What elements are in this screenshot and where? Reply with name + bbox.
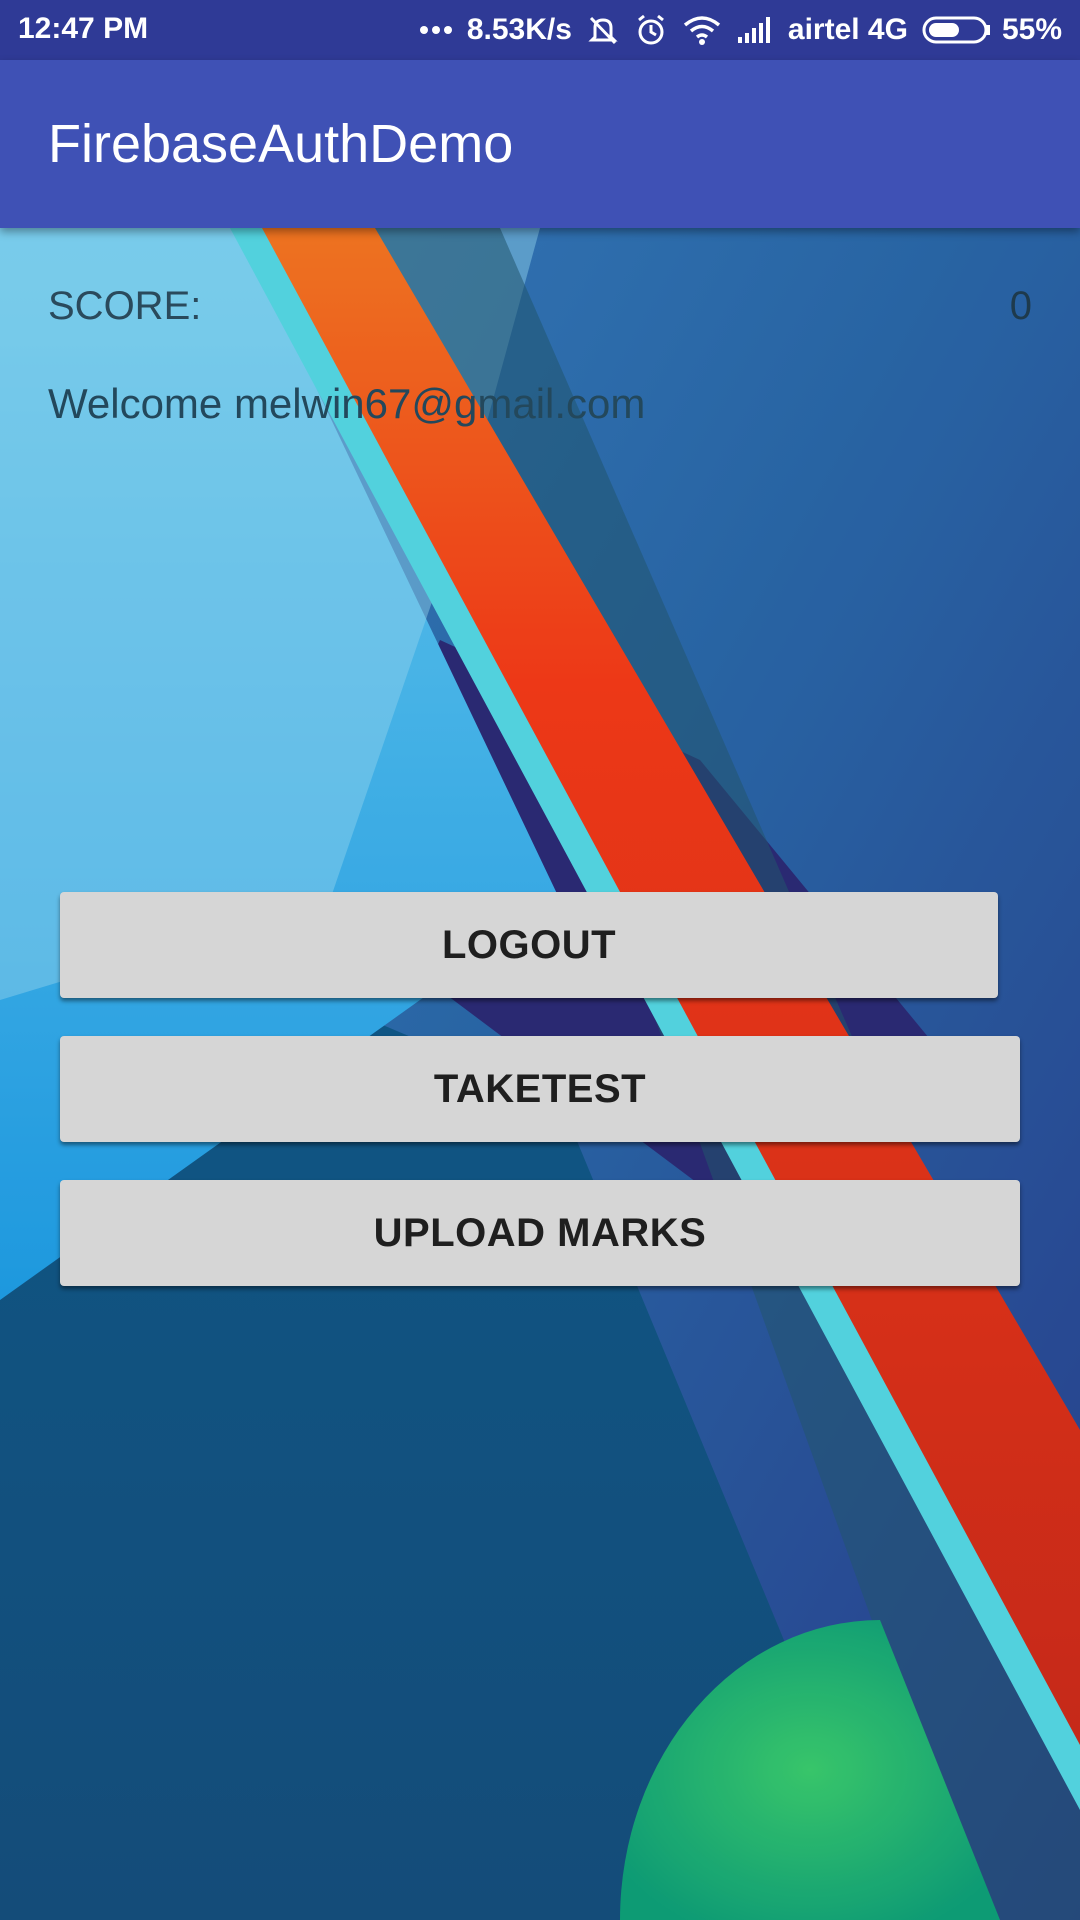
carrier-label: airtel 4G	[787, 13, 908, 46]
upload-marks-button[interactable]: UPLOAD MARKS	[60, 1180, 1020, 1286]
wifi-icon	[682, 14, 722, 46]
score-value: 0	[1009, 284, 1032, 328]
battery-icon	[922, 16, 990, 44]
logout-button[interactable]: LOGOUT	[60, 892, 998, 998]
upload-marks-button-label: UPLOAD MARKS	[373, 1210, 707, 1255]
battery-indicator: 55%	[922, 13, 1062, 47]
battery-percent: 55%	[1001, 13, 1062, 46]
more-dots-icon	[419, 25, 453, 35]
screen: 12:47 PM 8.53K/s airtel 4G 55% FirebaseA…	[0, 0, 1080, 1920]
network-speed: 8.53K/s	[466, 13, 572, 46]
status-bar: 12:47 PM 8.53K/s airtel 4G 55%	[0, 0, 1080, 60]
status-time: 12:47 PM	[18, 12, 149, 45]
score-label: SCORE:	[48, 284, 202, 328]
logout-button-label: LOGOUT	[441, 922, 617, 967]
alarm-icon	[634, 13, 668, 47]
take-test-button[interactable]: TAKETEST	[60, 1036, 1020, 1142]
welcome-text: Welcome melwin67@gmail.com	[48, 380, 646, 427]
take-test-button-label: TAKETEST	[433, 1066, 647, 1111]
signal-icon	[736, 15, 774, 45]
status-icons: 8.53K/s airtel 4G 55%	[419, 10, 1062, 50]
main-content: SCORE: 0 Welcome melwin67@gmail.com LOGO…	[0, 228, 1080, 1920]
app-title: FirebaseAuthDemo	[48, 114, 514, 174]
app-bar: FirebaseAuthDemo	[0, 60, 1080, 228]
muted-bell-icon	[586, 13, 620, 47]
